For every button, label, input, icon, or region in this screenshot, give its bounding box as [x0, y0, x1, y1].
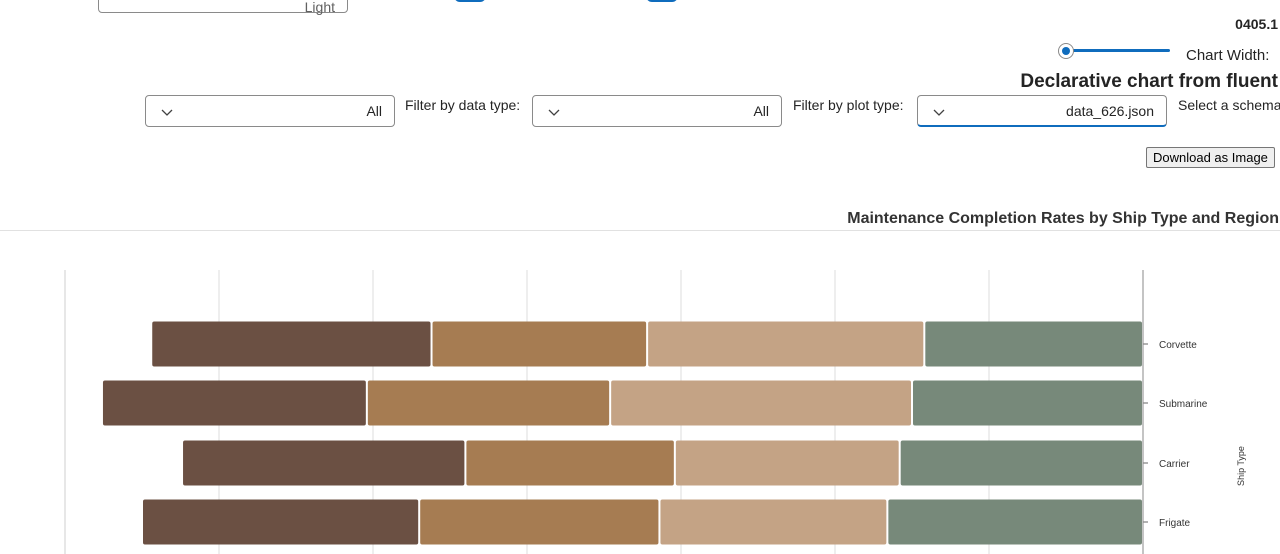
bar-segment — [183, 440, 465, 486]
version-text: 0405.1 — [1235, 16, 1278, 32]
bar-segment — [913, 380, 1142, 426]
theme-dropdown[interactable]: Light — [98, 0, 348, 15]
chevron-down-icon — [161, 109, 173, 116]
bar-segment — [611, 380, 911, 426]
chevron-down-icon — [933, 109, 945, 116]
toggle-switch-1[interactable] — [454, 0, 486, 2]
plot-type-label: :Filter by plot type — [793, 97, 904, 113]
chart-width-slider[interactable] — [1058, 43, 1172, 59]
y-tick-label: Corvette — [1159, 340, 1197, 351]
y-tick-label: Carrier — [1159, 459, 1190, 470]
data-type-dropdown[interactable]: All — [145, 95, 395, 127]
y-tick-label: Submarine — [1159, 399, 1208, 410]
bar-segment — [367, 380, 610, 426]
plot-type-dropdown[interactable]: All — [532, 95, 782, 127]
chart-title: Maintenance Completion Rates by Ship Typ… — [847, 210, 1279, 227]
slider-track — [1066, 49, 1170, 52]
y-tick-label: Frigate — [1159, 518, 1191, 529]
bar-segment — [466, 440, 674, 486]
download-image-button[interactable]: Download as Image — [1146, 147, 1275, 168]
slider-thumb[interactable] — [1058, 43, 1074, 59]
bars-layer — [102, 321, 1142, 545]
bar-segment — [648, 321, 924, 367]
toggle-switch-2[interactable] — [646, 0, 678, 2]
schema-dropdown[interactable]: data_626.json — [917, 95, 1167, 127]
bar-segment — [675, 440, 899, 486]
bar-segment — [432, 321, 647, 367]
page-title: Declarative chart from fluent — [1020, 71, 1278, 92]
theme-dropdown-value: Light — [304, 0, 335, 15]
data-type-value: All — [366, 103, 382, 119]
bar-segment — [152, 321, 431, 367]
bar-segment — [102, 380, 366, 426]
y-axis-title: Ship Type — [1236, 446, 1246, 486]
bar-segment — [925, 321, 1142, 367]
chevron-down-icon — [548, 109, 560, 116]
data-type-label: :Filter by data type — [405, 97, 521, 113]
bar-segment — [143, 499, 419, 545]
chart-width-label: :Chart Width — [1186, 47, 1270, 64]
schema-value: data_626.json — [1066, 103, 1154, 119]
stacked-bar-chart: Corvette Submarine Carrier Frigate Ship Type — [64, 270, 1246, 554]
bar-segment — [420, 499, 659, 545]
bar-segment — [900, 440, 1142, 486]
schema-label: :Select a schema — [1178, 97, 1280, 113]
plot-type-value: All — [753, 103, 769, 119]
bar-segment — [888, 499, 1142, 545]
bar-segment — [660, 499, 887, 545]
axis-layer: Corvette Submarine Carrier Frigate Ship Type — [1142, 270, 1246, 554]
